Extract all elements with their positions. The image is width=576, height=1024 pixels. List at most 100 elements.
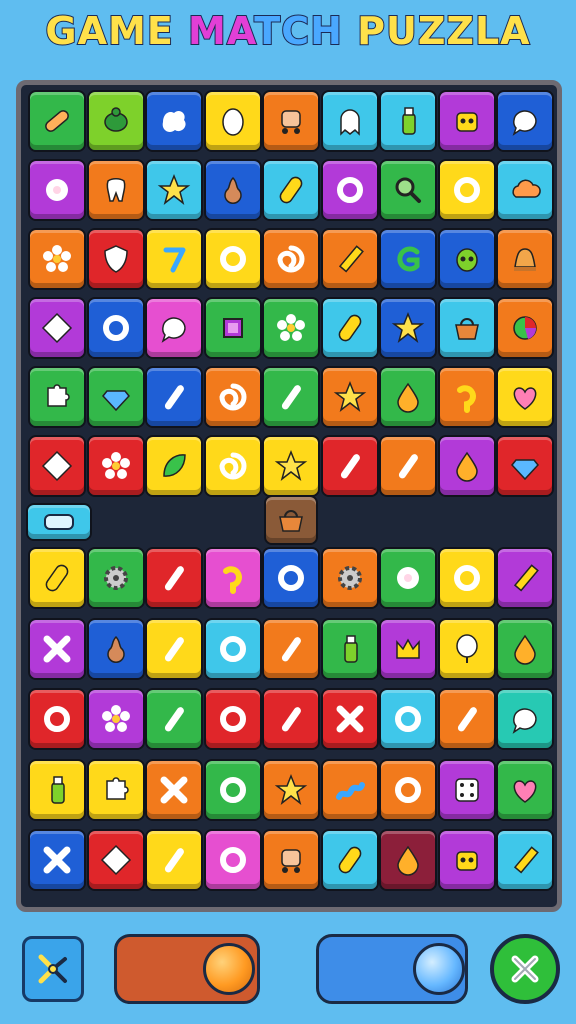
board-tile[interactable] (379, 617, 437, 680)
board-tile[interactable] (320, 547, 379, 609)
board-tile[interactable] (145, 617, 203, 680)
board-tile[interactable] (86, 435, 145, 497)
board-tile[interactable] (203, 829, 262, 891)
board-tile[interactable] (320, 688, 379, 750)
board-tile[interactable] (379, 547, 437, 609)
board-tile[interactable] (437, 829, 496, 891)
board-tile[interactable] (437, 758, 496, 821)
board-tile[interactable] (379, 435, 437, 497)
board-tile[interactable] (262, 547, 320, 609)
board-tile[interactable] (496, 758, 554, 821)
bow-button[interactable] (22, 936, 84, 1002)
board-tile[interactable] (28, 617, 86, 680)
board-tile[interactable] (379, 366, 437, 428)
board-tile[interactable] (437, 435, 496, 497)
board-tile[interactable] (145, 366, 203, 428)
board-tile[interactable] (145, 688, 203, 750)
board-tile[interactable] (496, 90, 554, 152)
board-tile[interactable] (262, 617, 320, 680)
board-tile[interactable] (262, 159, 320, 221)
board-tile[interactable] (262, 90, 320, 152)
board-tile[interactable] (379, 829, 437, 891)
board-tile[interactable] (86, 90, 145, 152)
board-tile[interactable] (26, 503, 92, 541)
board-tile[interactable] (145, 90, 203, 152)
board-tile[interactable] (86, 159, 145, 221)
board-tile[interactable] (86, 829, 145, 891)
board-tile[interactable] (86, 297, 145, 359)
board-tile[interactable] (203, 547, 262, 609)
board-tile[interactable] (496, 159, 554, 221)
board-tile[interactable] (437, 159, 496, 221)
board-tile[interactable] (28, 435, 86, 497)
board-tile[interactable] (28, 297, 86, 359)
board-tile[interactable] (262, 688, 320, 750)
left-slider-knob[interactable] (203, 943, 255, 995)
right-slider[interactable] (316, 934, 468, 1004)
board-tile[interactable] (437, 617, 496, 680)
board-tile[interactable] (262, 297, 320, 359)
board-tile[interactable] (28, 228, 86, 290)
board-tile[interactable] (28, 366, 86, 428)
board-tile[interactable] (145, 435, 203, 497)
board-tile[interactable] (379, 159, 437, 221)
board-tile[interactable] (320, 366, 379, 428)
board-tile[interactable] (496, 228, 554, 290)
board-tile[interactable] (203, 228, 262, 290)
board-tile[interactable] (320, 228, 379, 290)
board-tile[interactable] (145, 228, 203, 290)
board-tile[interactable] (437, 547, 496, 609)
board-tile[interactable] (86, 758, 145, 821)
board-tile[interactable] (203, 366, 262, 428)
board-tile[interactable] (145, 547, 203, 609)
board-tile[interactable] (496, 547, 554, 609)
board-tile[interactable] (28, 159, 86, 221)
board-tile[interactable] (496, 297, 554, 359)
board-tile[interactable] (203, 435, 262, 497)
board-tile[interactable] (203, 159, 262, 221)
board-tile[interactable] (379, 688, 437, 750)
board-tile[interactable] (203, 90, 262, 152)
board-tile[interactable] (264, 495, 318, 545)
board-tile[interactable] (437, 688, 496, 750)
board-tile[interactable] (262, 758, 320, 821)
board-tile[interactable] (262, 366, 320, 428)
board-tile[interactable] (86, 228, 145, 290)
board-tile[interactable] (379, 297, 437, 359)
board-tile[interactable] (28, 90, 86, 152)
close-button[interactable] (490, 934, 560, 1004)
board-tile[interactable] (496, 617, 554, 680)
board-tile[interactable] (496, 829, 554, 891)
right-slider-knob[interactable] (413, 943, 465, 995)
board-tile[interactable] (86, 617, 145, 680)
board-tile[interactable] (86, 547, 145, 609)
left-slider[interactable] (114, 934, 260, 1004)
board-tile[interactable] (379, 228, 437, 290)
board-tile[interactable] (437, 297, 496, 359)
board-tile[interactable] (145, 758, 203, 821)
board-tile[interactable] (320, 435, 379, 497)
board-tile[interactable] (203, 758, 262, 821)
board-tile[interactable] (203, 297, 262, 359)
board-tile[interactable] (28, 688, 86, 750)
board-tile[interactable] (320, 159, 379, 221)
board-tile[interactable] (379, 758, 437, 821)
board-tile[interactable] (145, 829, 203, 891)
board-tile[interactable] (437, 366, 496, 428)
board-tile[interactable] (145, 159, 203, 221)
board-tile[interactable] (320, 829, 379, 891)
board-tile[interactable] (496, 688, 554, 750)
board-tile[interactable] (28, 547, 86, 609)
board-tile[interactable] (320, 90, 379, 152)
board-tile[interactable] (262, 228, 320, 290)
board-tile[interactable] (320, 617, 379, 680)
board-tile[interactable] (203, 688, 262, 750)
board-tile[interactable] (320, 758, 379, 821)
board-tile[interactable] (320, 297, 379, 359)
board-tile[interactable] (437, 90, 496, 152)
board-tile[interactable] (496, 435, 554, 497)
board-tile[interactable] (86, 366, 145, 428)
board-tile[interactable] (437, 228, 496, 290)
board-tile[interactable] (262, 829, 320, 891)
board-tile[interactable] (496, 366, 554, 428)
